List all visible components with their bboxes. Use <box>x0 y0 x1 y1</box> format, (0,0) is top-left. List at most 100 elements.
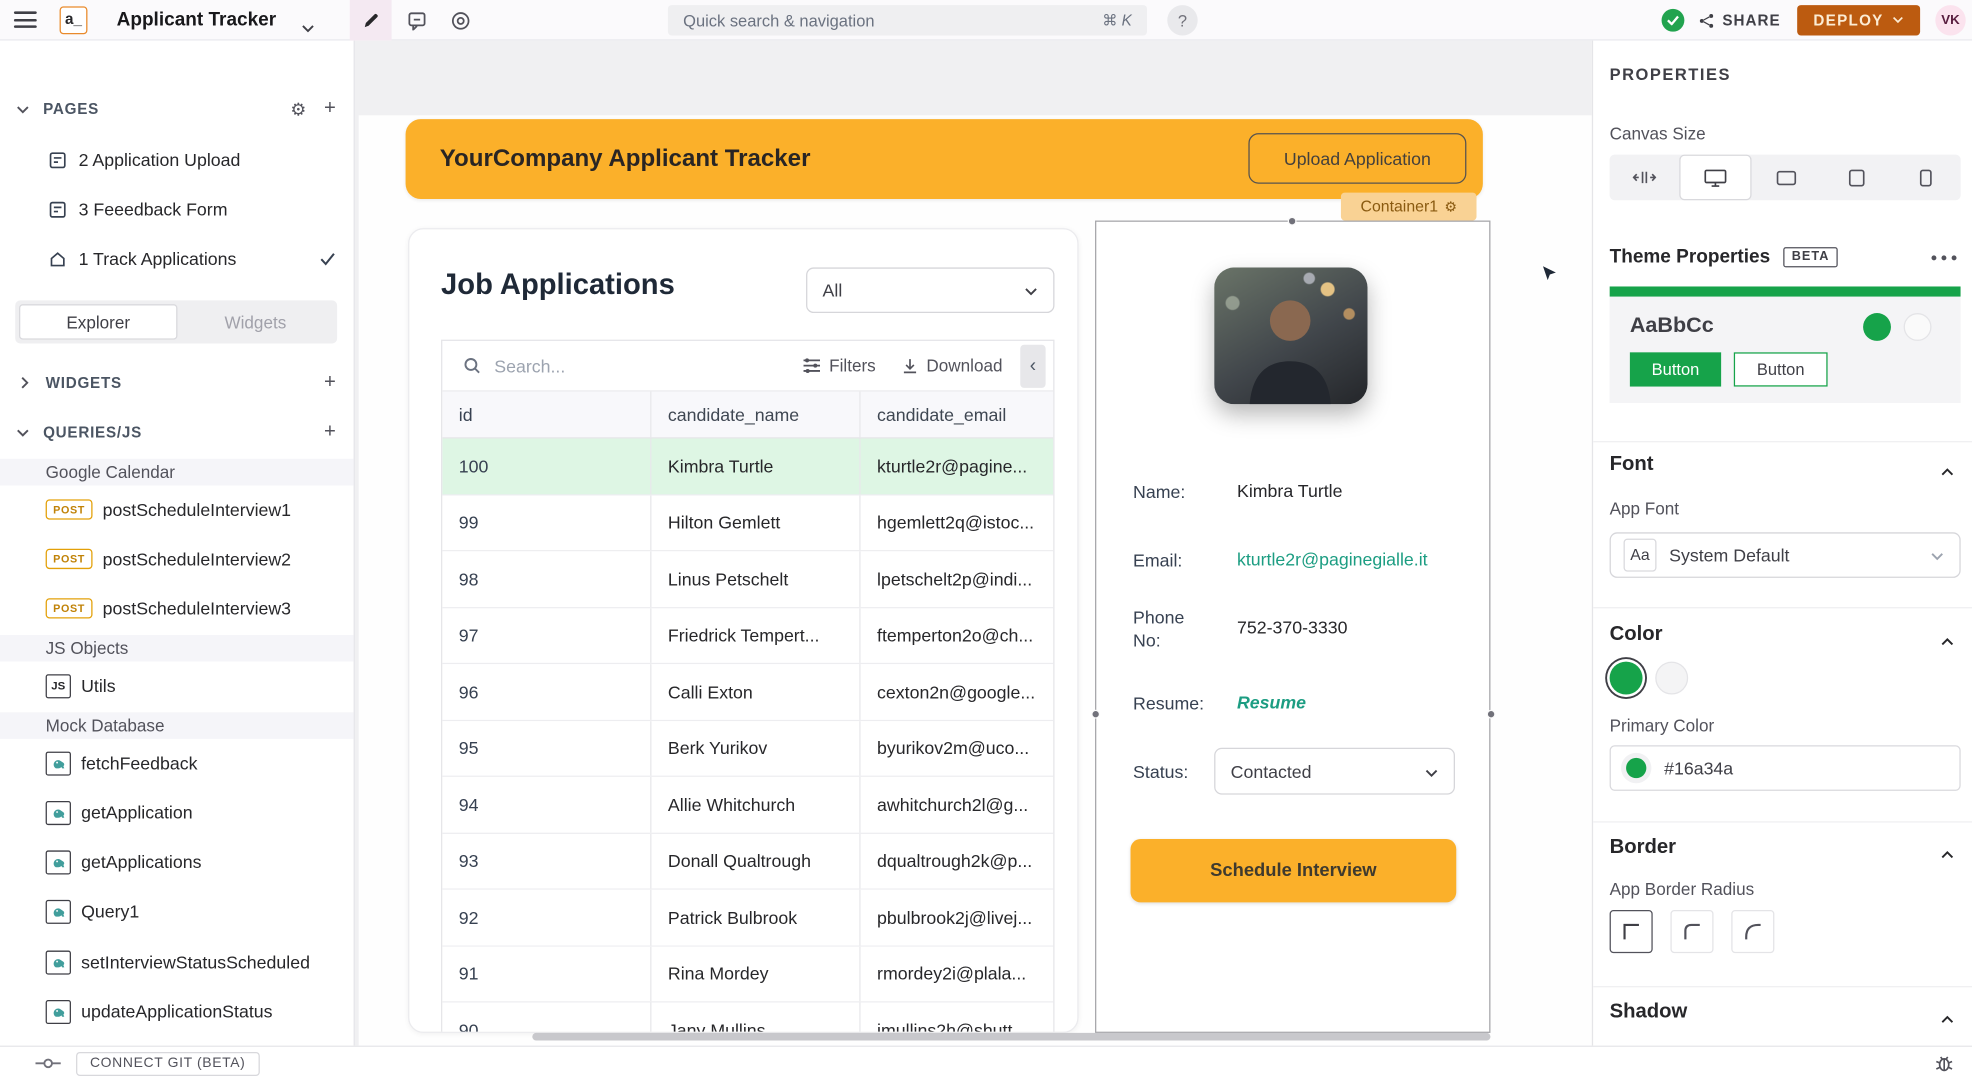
status-filter-select[interactable]: All <box>806 267 1054 313</box>
widget-settings-gear-icon[interactable]: ⚙ <box>1444 198 1457 214</box>
tab-explorer[interactable]: Explorer <box>19 304 177 339</box>
tab-widgets[interactable]: Widgets <box>177 304 333 339</box>
resize-handle-right[interactable] <box>1487 710 1496 719</box>
queries-section-header[interactable]: QUERIES/JS + <box>0 418 355 446</box>
border-section-header[interactable]: Border <box>1610 836 1676 859</box>
canvas-size-fluid-icon[interactable] <box>1610 155 1680 201</box>
app-font-select[interactable]: Aa System Default <box>1610 532 1961 578</box>
preview-button[interactable] <box>440 0 482 41</box>
widgets-section-header[interactable]: WIDGETS + <box>0 369 355 397</box>
help-button[interactable]: ? <box>1167 5 1197 35</box>
app-title-chevron-down-icon[interactable] <box>302 16 315 39</box>
font-section-header[interactable]: Font <box>1610 454 1654 477</box>
theme-primary-color-dot[interactable] <box>1863 313 1891 341</box>
add-page-button[interactable]: + <box>324 98 336 121</box>
column-header-candidate-name[interactable]: candidate_name <box>651 392 860 438</box>
theme-primary-button-sample[interactable]: Button <box>1630 352 1721 386</box>
collapse-panel-button[interactable]: ‹ <box>1020 344 1045 387</box>
share-label: SHARE <box>1722 11 1780 29</box>
table-row[interactable]: 97 Friedrick Tempert... ftemperton2o@ch.… <box>442 608 1053 664</box>
share-button[interactable]: SHARE <box>1698 0 1780 41</box>
table-row[interactable]: 90 Jany Mullins jmullins2h@shutt... <box>442 1003 1053 1033</box>
quick-search-input[interactable]: Quick search & navigation ⌘ K <box>668 5 1147 35</box>
table-row[interactable]: 98 Linus Petschelt lpetschelt2p@indi... <box>442 551 1053 607</box>
status-select[interactable]: Contacted <box>1214 748 1455 795</box>
connect-git-button[interactable]: CONNECT GIT (BETA) <box>76 1051 259 1075</box>
theme-accent-bar <box>1610 286 1961 296</box>
datasource-group-mock-database[interactable]: Mock Database <box>0 712 355 739</box>
pages-settings-gear-icon[interactable]: ⚙ <box>290 98 306 120</box>
primary-color-input[interactable]: #16a34a <box>1610 745 1961 791</box>
table-row[interactable]: 92 Patrick Bulbrook pbulbrook2j@livej... <box>442 890 1053 946</box>
column-header-id[interactable]: id <box>442 392 651 438</box>
sidebar-page-application-upload[interactable]: 2 Application Upload <box>0 144 355 174</box>
pages-section-header[interactable]: PAGES ⚙ + <box>0 96 355 121</box>
email-link[interactable]: kturtle2r@paginegialle.it <box>1237 549 1428 569</box>
table-row[interactable]: 94 Allie Whitchurch awhitchurch2l@g... <box>442 777 1053 833</box>
theme-menu-ellipsis-icon[interactable]: ●●● <box>1930 250 1960 263</box>
debug-bug-icon[interactable] <box>1934 1053 1954 1080</box>
border-radius-sharp-option[interactable] <box>1610 910 1653 953</box>
canvas-size-tablet-icon[interactable] <box>1821 155 1891 201</box>
border-radius-round-option[interactable] <box>1731 910 1774 953</box>
canvas-size-mobile-icon[interactable] <box>1891 155 1961 201</box>
name-label: Name: <box>1133 480 1209 503</box>
datasource-group-google-calendar[interactable]: Google Calendar <box>0 459 355 486</box>
js-object-utils[interactable]: JS Utils <box>0 672 355 700</box>
theme-background-color-dot[interactable] <box>1904 313 1932 341</box>
add-widget-button[interactable]: + <box>324 371 336 394</box>
query-item-update-application-status[interactable]: updateApplicationStatus <box>0 997 355 1025</box>
primary-color-swatch[interactable] <box>1610 662 1643 695</box>
color-collapse-chevron-up-icon[interactable] <box>1940 630 1954 653</box>
resize-handle-top[interactable] <box>1288 217 1297 226</box>
background-color-swatch[interactable] <box>1655 662 1688 695</box>
table-row[interactable]: 96 Calli Exton cexton2n@google... <box>442 664 1053 720</box>
hamburger-menu-icon[interactable] <box>14 11 37 27</box>
horizontal-scrollbar[interactable] <box>532 1033 1490 1041</box>
table-row[interactable]: 93 Donall Qualtrough dqualtrough2k@p... <box>442 833 1053 889</box>
table-row[interactable]: 100 Kimbra Turtle kturtle2r@pagine... <box>442 439 1053 495</box>
column-header-candidate-email[interactable]: candidate_email <box>861 392 1054 438</box>
deploy-button[interactable]: DEPLOY <box>1797 5 1920 35</box>
query-item-set-interview-status-scheduled[interactable]: setInterviewStatusScheduled <box>0 948 355 976</box>
font-collapse-chevron-up-icon[interactable] <box>1940 460 1954 483</box>
query-item-post-schedule-interview-1[interactable]: POST postScheduleInterview1 <box>0 496 355 524</box>
border-radius-medium-option[interactable] <box>1670 910 1713 953</box>
resume-link[interactable]: Resume <box>1237 692 1306 712</box>
sidebar-page-feedback-form[interactable]: 3 Feeedback Form <box>0 194 355 224</box>
query-item-post-schedule-interview-3[interactable]: POST postScheduleInterview3 <box>0 594 355 622</box>
schedule-interview-button[interactable]: Schedule Interview <box>1131 839 1457 902</box>
border-collapse-chevron-up-icon[interactable] <box>1940 843 1954 866</box>
canvas-size-tablet-landscape-icon[interactable] <box>1752 155 1822 201</box>
edit-mode-button[interactable] <box>350 0 392 41</box>
query-item-post-schedule-interview-2[interactable]: POST postScheduleInterview2 <box>0 545 355 573</box>
comments-button[interactable] <box>395 0 437 41</box>
filters-button[interactable]: Filters <box>803 356 876 375</box>
app-title[interactable]: Applicant Tracker <box>117 9 277 31</box>
query-item-fetch-feedback[interactable]: fetchFeedback <box>0 749 355 777</box>
user-avatar[interactable]: VK <box>1935 5 1965 35</box>
selected-widget-name-badge[interactable]: Container1 ⚙ <box>1341 193 1477 221</box>
app-logo[interactable]: a_ <box>60 6 88 34</box>
query-item-get-application[interactable]: getApplication <box>0 798 355 826</box>
canvas-size-desktop-icon[interactable] <box>1679 155 1751 201</box>
sidebar-page-track-applications[interactable]: 1 Track Applications <box>0 243 355 273</box>
add-query-plus-button[interactable]: + <box>324 421 336 444</box>
group-js-objects[interactable]: JS Objects <box>0 635 355 662</box>
resize-handle-left[interactable] <box>1091 710 1100 719</box>
download-button[interactable]: Download <box>901 356 1002 375</box>
candidate-detail-container[interactable]: Name: Kimbra Turtle Email: kturtle2r@pag… <box>1095 221 1490 1033</box>
app-header-banner[interactable]: YourCompany Applicant Tracker Upload App… <box>406 119 1483 199</box>
status-filter-value: All <box>823 280 843 300</box>
table-row[interactable]: 95 Berk Yurikov byurikov2m@uco... <box>442 721 1053 777</box>
table-row[interactable]: 99 Hilton Gemlett hgemlett2q@istoc... <box>442 495 1053 551</box>
table-search-input[interactable]: Search... <box>494 356 565 376</box>
shadow-section-header[interactable]: Shadow <box>1610 1001 1688 1024</box>
query-item-query1[interactable]: Query1 <box>0 897 355 925</box>
upload-application-button[interactable]: Upload Application <box>1248 133 1466 184</box>
query-item-get-applications[interactable]: getApplications <box>0 848 355 876</box>
shadow-collapse-chevron-up-icon[interactable] <box>1940 1008 1954 1031</box>
table-row[interactable]: 91 Rina Mordey rmordey2i@plala... <box>442 946 1053 1002</box>
color-section-header[interactable]: Color <box>1610 624 1663 647</box>
theme-secondary-button-sample[interactable]: Button <box>1734 352 1828 386</box>
